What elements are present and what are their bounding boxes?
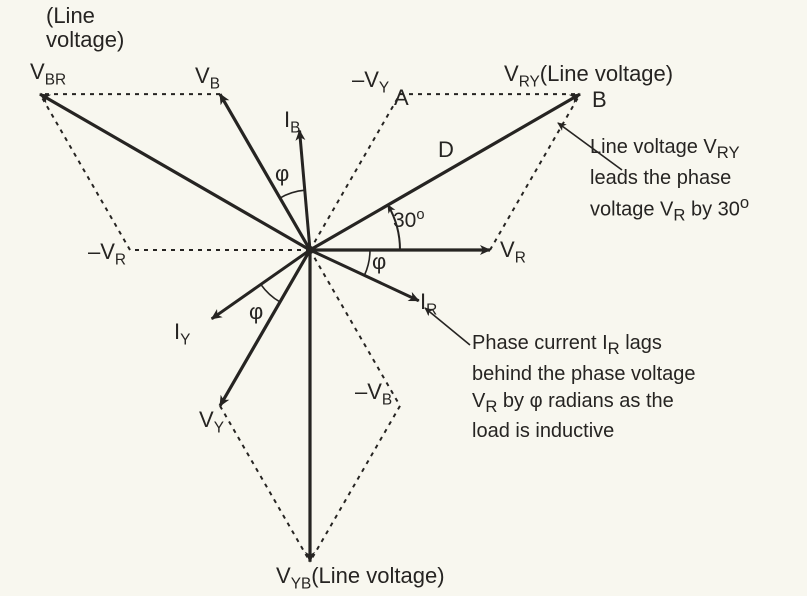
ir-label: IR (420, 290, 437, 319)
point-a-label: A (394, 86, 409, 110)
angle-phi-b-arc (280, 190, 305, 198)
construction-vy-vyb (220, 406, 310, 562)
neg-vy-label: –VY (352, 68, 389, 97)
vbr-line-voltage-note: (Linevoltage) (46, 4, 124, 52)
ib-label: IB (284, 108, 300, 137)
construction-nvr-vbr (40, 94, 130, 250)
phi-top-label: φ (275, 162, 289, 186)
point-b-label: B (592, 88, 607, 112)
neg-vr-label: –VR (88, 240, 126, 269)
vyb-label: VYB(Line voltage) (276, 564, 445, 593)
vr-label: VR (500, 238, 526, 267)
angle-phi-y-arc (261, 284, 280, 302)
neg-vy-vector (310, 94, 400, 250)
annotation-vry-note: Line voltage VRYleads the phasevoltage V… (590, 134, 749, 227)
vbr-label: VBR (30, 60, 66, 89)
construction-nvb-vyb (310, 406, 400, 562)
vy-label: VY (199, 408, 224, 437)
vry-vector (310, 94, 580, 250)
vry-label: VRY(Line voltage) (504, 62, 673, 91)
angle-phi-r-arc (364, 250, 370, 275)
annotation-ir-note: Phase current IR lagsbehind the phase vo… (472, 330, 696, 445)
phi-right-label: φ (372, 250, 386, 274)
vbr-vector (40, 94, 310, 250)
vy-vector (220, 250, 310, 406)
phi-left-label: φ (249, 300, 263, 324)
construction-vr-vry (490, 94, 580, 250)
vb-label: VB (195, 64, 220, 93)
angle-30-label: 30o (393, 207, 425, 232)
iy-label: IY (174, 320, 190, 349)
neg-vb-label: –VB (355, 380, 392, 409)
point-d-label: D (438, 138, 454, 162)
